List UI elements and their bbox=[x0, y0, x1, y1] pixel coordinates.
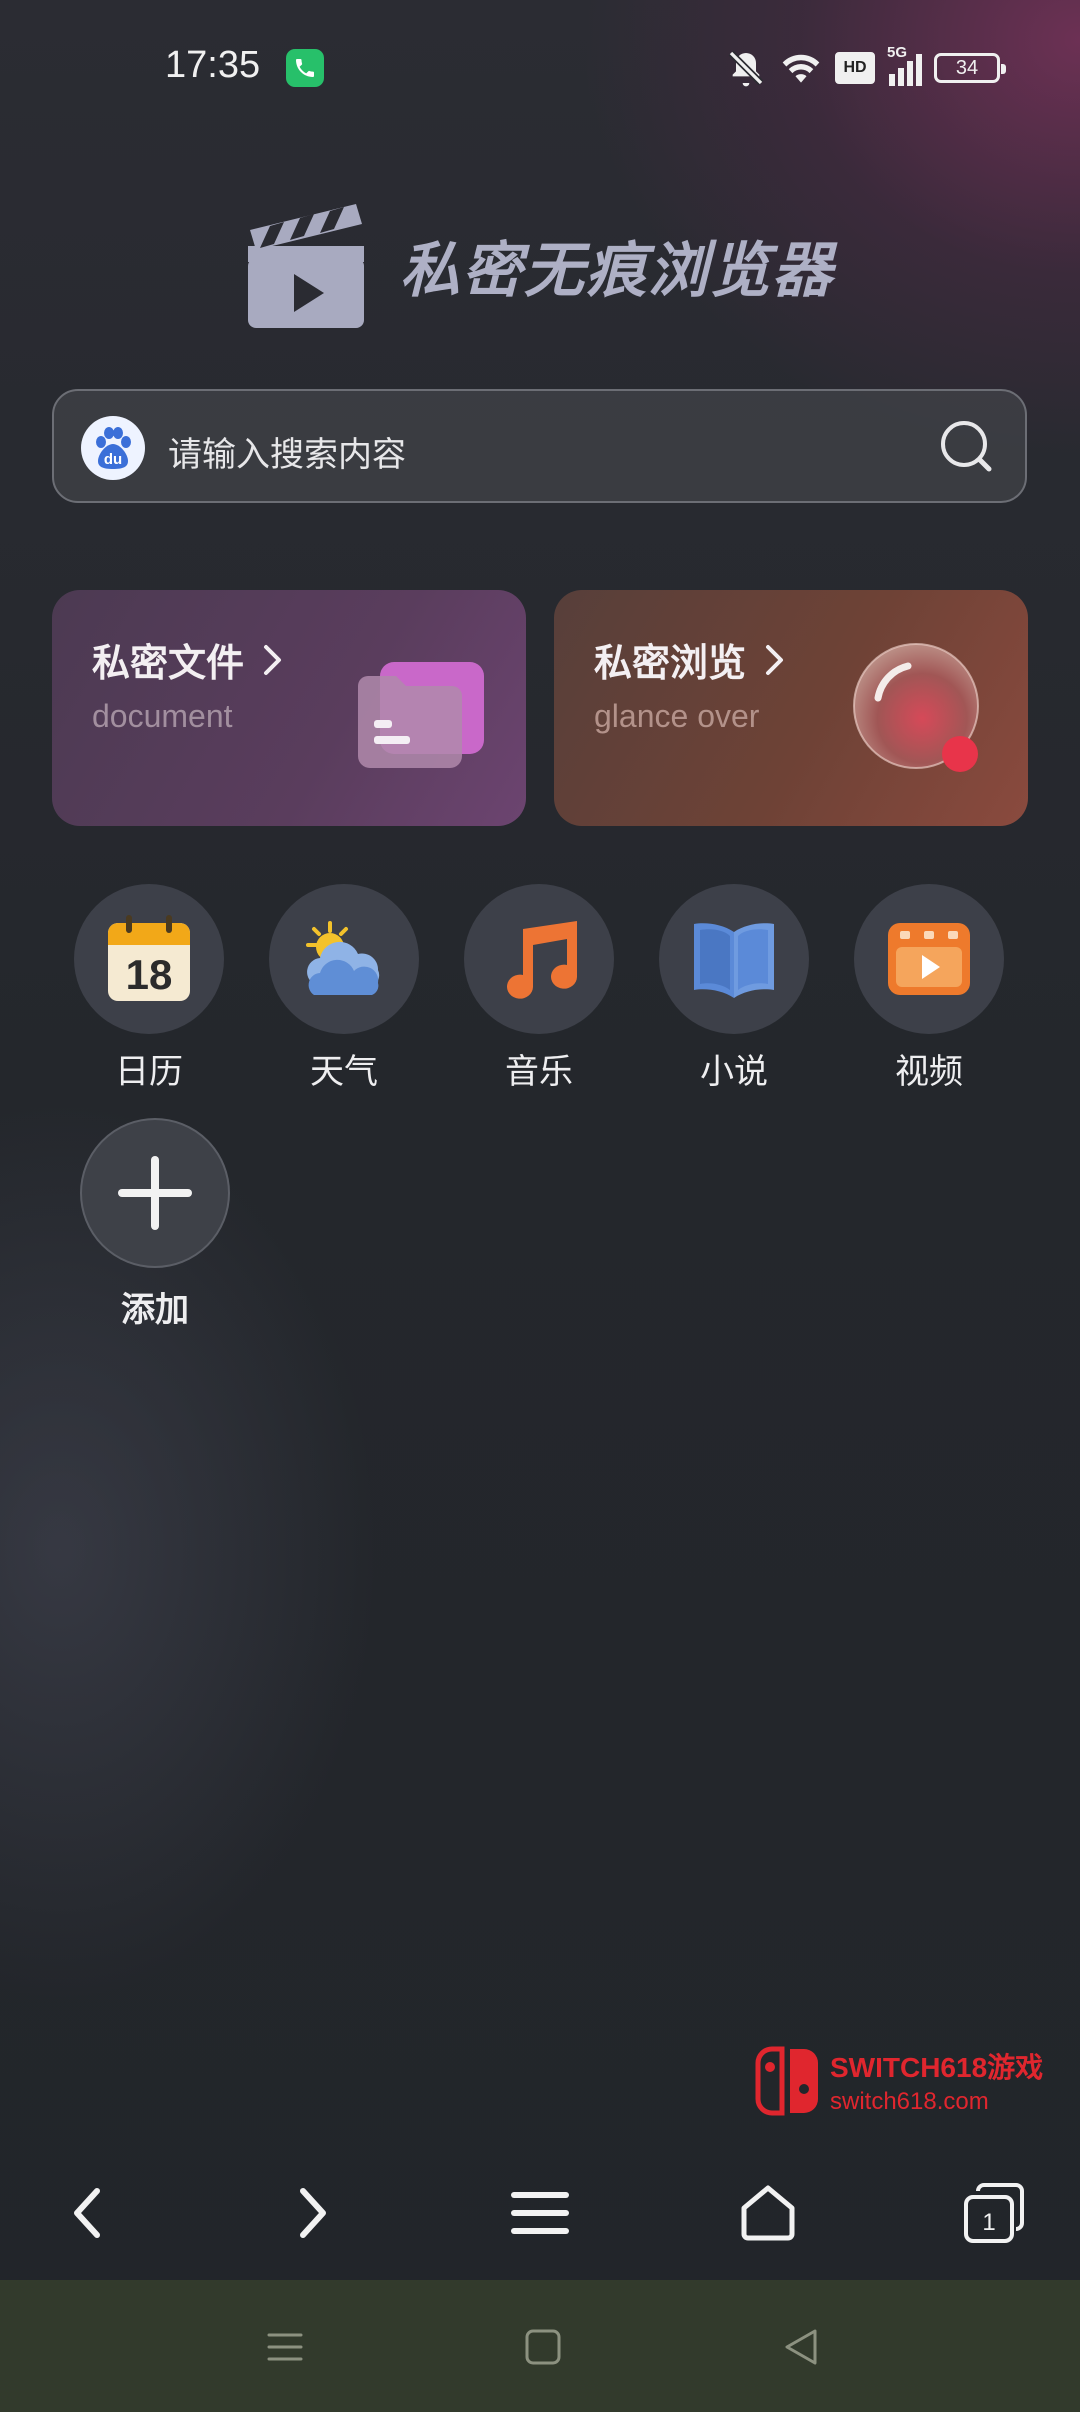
status-bar: 17:35 HD 5G 34 bbox=[0, 0, 1080, 140]
chevron-right-icon bbox=[264, 644, 282, 675]
app-novel-label: 小说 bbox=[700, 1052, 768, 1092]
svg-text:18: 18 bbox=[126, 951, 173, 998]
system-navigation-bar bbox=[0, 2280, 1080, 2412]
mute-icon bbox=[728, 50, 764, 87]
app-weather[interactable]: 天气 bbox=[269, 884, 419, 1093]
app-calendar-circle[interactable]: 18 bbox=[74, 884, 224, 1034]
app-novel-circle[interactable] bbox=[659, 884, 809, 1034]
glass-orb-icon bbox=[853, 643, 979, 772]
svg-text:1: 1 bbox=[982, 2209, 995, 2236]
home-square-icon[interactable] bbox=[518, 2322, 568, 2372]
private-files-title: 私密文件 bbox=[92, 632, 284, 687]
watermark-url: switch618.com bbox=[830, 2088, 989, 2115]
status-time: 17:35 bbox=[165, 44, 261, 86]
video-icon bbox=[888, 923, 970, 995]
watermark-brand: SWITCH618游戏 bbox=[830, 2052, 1044, 2083]
app-video[interactable]: 视频 bbox=[854, 884, 1004, 1093]
app-weather-label: 天气 bbox=[310, 1052, 378, 1092]
phone-icon bbox=[286, 49, 324, 87]
app-logo: 私密无痕浏览器 bbox=[244, 200, 834, 330]
book-icon bbox=[694, 923, 774, 998]
add-app-button[interactable] bbox=[80, 1118, 230, 1268]
app-music-label: 音乐 bbox=[505, 1052, 573, 1092]
app-novel[interactable]: 小说 bbox=[659, 884, 809, 1093]
menu-icon[interactable] bbox=[505, 2178, 575, 2248]
svg-text:du: du bbox=[104, 451, 122, 468]
app-music[interactable]: 音乐 bbox=[464, 884, 614, 1093]
app-music-circle[interactable] bbox=[464, 884, 614, 1034]
5g-signal-icon: 5G bbox=[887, 44, 922, 86]
back-triangle-icon[interactable] bbox=[776, 2322, 826, 2372]
watermark: SWITCH618游戏 switch618.com bbox=[754, 2045, 1043, 2117]
search-input[interactable]: 请输入搜索内容 bbox=[168, 427, 406, 476]
search-bar[interactable]: du 请输入搜索内容 bbox=[52, 389, 1027, 503]
app-title: 私密无痕浏览器 bbox=[400, 235, 834, 306]
private-browse-card[interactable]: 私密浏览 glance over bbox=[554, 590, 1028, 826]
hd-icon: HD bbox=[835, 52, 875, 84]
app-video-label: 视频 bbox=[895, 1052, 963, 1092]
add-app-label: 添加 bbox=[121, 1290, 189, 1330]
folder-icon bbox=[358, 662, 484, 768]
forward-icon[interactable] bbox=[278, 2178, 348, 2248]
home-icon[interactable] bbox=[733, 2178, 803, 2248]
wifi-icon bbox=[782, 54, 820, 83]
private-browse-title: 私密浏览 bbox=[594, 632, 786, 687]
clapperboard-play-icon bbox=[248, 204, 364, 328]
app-calendar[interactable]: 18 日历 bbox=[74, 884, 224, 1093]
add-app[interactable]: 添加 bbox=[80, 1118, 230, 1331]
status-icons: HD 5G 34 bbox=[725, 44, 1006, 88]
browser-toolbar: 1 bbox=[0, 2140, 1080, 2280]
app-calendar-label: 日历 bbox=[115, 1052, 183, 1092]
search-icon[interactable] bbox=[937, 417, 997, 477]
private-browse-subtitle: glance over bbox=[594, 698, 760, 734]
app-video-circle[interactable] bbox=[854, 884, 1004, 1034]
private-files-subtitle: document bbox=[92, 698, 233, 734]
chevron-right-icon bbox=[766, 644, 784, 675]
switch-logo-icon bbox=[755, 2046, 818, 2116]
tabs-icon[interactable]: 1 bbox=[958, 2178, 1028, 2248]
weather-icon bbox=[306, 921, 380, 995]
calendar-icon: 18 bbox=[108, 915, 190, 1001]
private-files-card[interactable]: 私密文件 document bbox=[52, 590, 526, 826]
plus-icon bbox=[118, 1156, 192, 1230]
recents-icon[interactable] bbox=[260, 2322, 310, 2372]
music-note-icon bbox=[507, 921, 577, 999]
app-weather-circle[interactable] bbox=[269, 884, 419, 1034]
battery-icon: 34 bbox=[934, 53, 1006, 83]
back-icon[interactable] bbox=[52, 2178, 122, 2248]
baidu-icon[interactable]: du bbox=[81, 416, 145, 480]
